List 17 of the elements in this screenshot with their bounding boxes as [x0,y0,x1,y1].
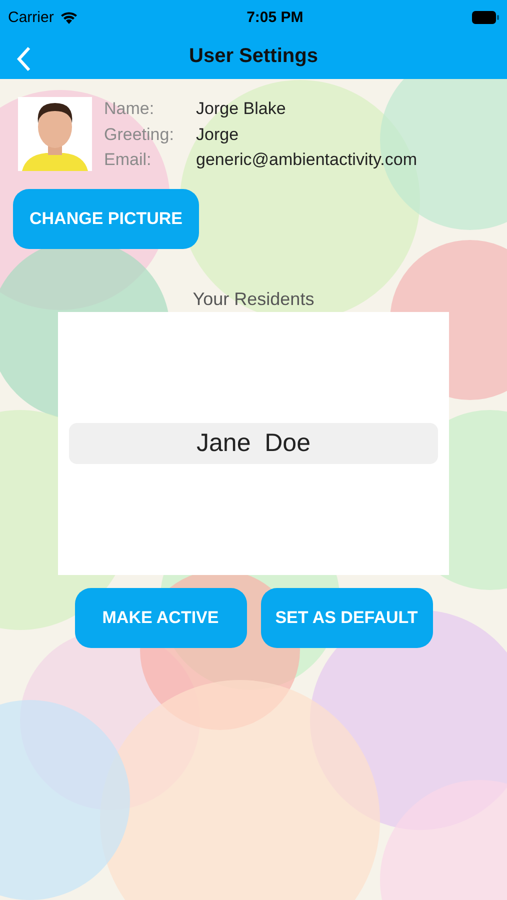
field-value: Jorge [196,124,240,146]
section-title: Your Residents [192,289,314,310]
field-label: Email: [104,150,152,171]
field-label: Greeting: [104,124,175,146]
avatar-icon [18,97,92,171]
battery-icon [472,10,499,24]
status-time: 7:05 PM [246,8,304,26]
make-active-button[interactable]: MAKE ACTIVE [74,588,246,648]
field-label: Name: [104,99,156,120]
change-picture-button[interactable]: CHANGE PICTURE [13,189,199,249]
screen-title: User Settings [189,45,318,68]
carrier-label: Carrier [8,8,54,26]
wifi-icon [60,10,78,24]
set-default-button[interactable]: SET AS DEFAULT [260,588,432,648]
field-value: Jorge Blake [196,99,287,120]
resident-item[interactable]: Jane Doe [69,423,438,464]
field-value: generic@ambientactivity.com [196,150,418,171]
